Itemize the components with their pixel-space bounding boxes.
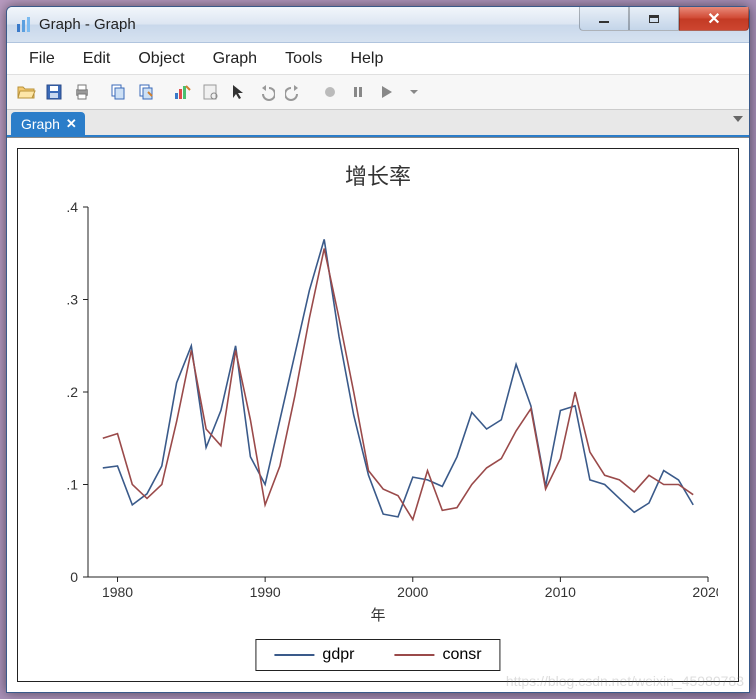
app-window: Graph - Graph ✕ File Edit Object Graph T… [6, 6, 750, 693]
minimize-icon [599, 21, 609, 23]
tab-graph[interactable]: Graph ✕ [11, 112, 85, 135]
play-icon[interactable] [373, 79, 399, 105]
open-icon[interactable] [13, 79, 39, 105]
legend-swatch [394, 654, 434, 656]
legend: gdpr consr [255, 639, 500, 671]
legend-item-gdpr: gdpr [274, 646, 354, 664]
svg-text:2000: 2000 [397, 584, 428, 600]
svg-text:1990: 1990 [250, 584, 281, 600]
print-icon[interactable] [69, 79, 95, 105]
chart-title: 增长率 [18, 159, 738, 191]
svg-text:1980: 1980 [102, 584, 133, 600]
svg-text:2020: 2020 [692, 584, 718, 600]
menu-help[interactable]: Help [338, 46, 395, 72]
titlebar[interactable]: Graph - Graph ✕ [7, 7, 749, 43]
window-title: Graph - Graph [39, 16, 136, 33]
maximize-button[interactable] [629, 7, 679, 31]
copy-icon[interactable] [105, 79, 131, 105]
svg-text:.3: .3 [66, 292, 78, 308]
menu-object[interactable]: Object [126, 46, 196, 72]
window-controls: ✕ [579, 7, 749, 31]
x-axis-label: 年 [18, 604, 738, 625]
tabbar-chevron-icon[interactable] [733, 116, 743, 122]
toolbar [7, 75, 749, 109]
menu-file[interactable]: File [17, 46, 67, 72]
svg-text:0: 0 [70, 569, 78, 585]
redo-icon[interactable] [281, 79, 307, 105]
svg-text:.4: .4 [66, 199, 78, 215]
legend-label: gdpr [322, 646, 354, 664]
record-icon[interactable] [317, 79, 343, 105]
page-icon[interactable] [197, 79, 223, 105]
chart-plot: 0 .1 .2 .3 .4 1980 1990 2000 2010 2020 [38, 197, 718, 617]
close-icon: ✕ [707, 9, 720, 29]
tab-label: Graph [21, 116, 60, 132]
svg-text:2010: 2010 [545, 584, 576, 600]
graph-edit-icon[interactable] [169, 79, 195, 105]
close-button[interactable]: ✕ [679, 7, 749, 31]
menu-tools[interactable]: Tools [273, 46, 334, 72]
chart-container: 增长率 0 .1 .2 .3 .4 1980 1990 2000 2010 2020 年 gdpr… [7, 137, 749, 692]
paste-icon[interactable] [133, 79, 159, 105]
cursor-icon[interactable] [225, 79, 251, 105]
legend-label: consr [442, 646, 481, 664]
minimize-button[interactable] [579, 7, 629, 31]
undo-icon[interactable] [253, 79, 279, 105]
legend-item-consr: consr [394, 646, 481, 664]
svg-text:.2: .2 [66, 384, 78, 400]
app-icon [15, 16, 33, 34]
menu-graph[interactable]: Graph [201, 46, 269, 72]
svg-text:.1: .1 [66, 477, 78, 493]
save-icon[interactable] [41, 79, 67, 105]
tab-close-icon[interactable]: ✕ [66, 116, 77, 132]
pause-icon[interactable] [345, 79, 371, 105]
menubar: File Edit Object Graph Tools Help [7, 43, 749, 75]
chart-frame: 增长率 0 .1 .2 .3 .4 1980 1990 2000 2010 2020 年 gdpr… [17, 148, 739, 682]
menu-edit[interactable]: Edit [71, 46, 123, 72]
dropdown-icon[interactable] [401, 79, 427, 105]
legend-swatch [274, 654, 314, 656]
maximize-icon [649, 15, 659, 23]
tabbar: Graph ✕ [7, 109, 749, 137]
